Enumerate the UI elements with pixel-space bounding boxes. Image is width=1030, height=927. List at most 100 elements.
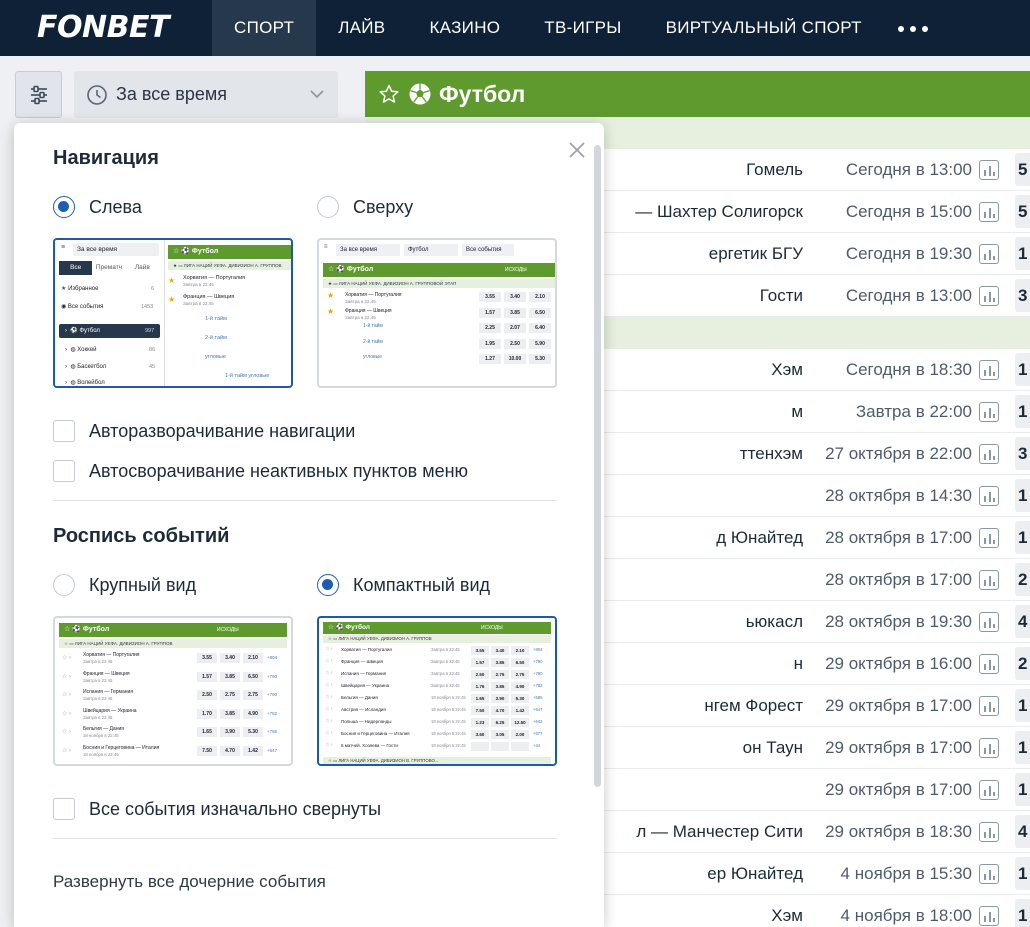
fonbet-logo[interactable]: FONBET bbox=[37, 10, 169, 45]
odd-cell[interactable]: 1 bbox=[1015, 689, 1030, 722]
filter-settings-button[interactable] bbox=[15, 71, 62, 118]
odd-cell[interactable]: 1 bbox=[1015, 521, 1030, 554]
compact-view-radio[interactable] bbox=[317, 574, 339, 596]
preview-odd: 2.10 bbox=[529, 292, 551, 302]
preview-large-teams: Бельгия — Дания bbox=[83, 726, 124, 732]
nav-top-radio[interactable] bbox=[317, 196, 339, 218]
preview-compact-time: 18 ноября в 22:45 bbox=[431, 707, 466, 712]
more-dots-icon[interactable] bbox=[898, 26, 928, 32]
nav-left-label[interactable]: Слева bbox=[89, 197, 142, 218]
event-date: 4 ноября в 18:00 bbox=[840, 906, 972, 925]
expand-children-link[interactable]: Развернуть все дочерние события bbox=[53, 872, 326, 892]
preview-odd: 6.50 bbox=[511, 658, 529, 667]
preview-compact-league: ЛИГА НАЦИЙ УЕФА. ДИВИЗИОН А. ГРУППОВ bbox=[338, 636, 432, 641]
stats-icon[interactable] bbox=[979, 360, 999, 380]
odd-cell[interactable]: 1 bbox=[1015, 395, 1030, 428]
stats-icon[interactable] bbox=[979, 738, 999, 758]
all-collapsed-label[interactable]: Все события изначально свернуты bbox=[89, 799, 381, 820]
preview-compact-title: Футбол bbox=[345, 624, 370, 631]
preview-more: +647 bbox=[533, 707, 543, 712]
preview-odd bbox=[511, 742, 529, 751]
auto-expand-label[interactable]: Авторазворачивание навигации bbox=[89, 421, 355, 442]
large-view-label[interactable]: Крупный вид bbox=[89, 575, 196, 596]
odd-cell[interactable]: 1 bbox=[1015, 857, 1030, 890]
sport-header: Футбол bbox=[365, 71, 1030, 117]
preview-star-icon: ☆ › bbox=[325, 682, 333, 688]
event-teams-text: нгем Форест bbox=[704, 696, 803, 715]
preview-compact-time: 18 ноября в 22:45 bbox=[431, 743, 466, 748]
stats-icon[interactable] bbox=[979, 202, 999, 222]
preview-odd: 2.75 bbox=[491, 670, 509, 679]
stats-icon[interactable] bbox=[979, 780, 999, 800]
compact-view-preview[interactable]: ☆ ⚽ Футбол ИСХОДЫ ☆ ▭ ЛИГА НАЦИЙ УЕФА. ДИ… bbox=[317, 616, 557, 766]
nav-left-preview[interactable]: ≡ За все время Все Прематч Лайв ★ Избран… bbox=[53, 238, 293, 388]
odd-cell[interactable]: 1 bbox=[1015, 237, 1030, 270]
event-teams-text: Гости bbox=[759, 286, 803, 305]
odd-cell[interactable]: 3 bbox=[1015, 437, 1030, 470]
large-view-radio[interactable] bbox=[53, 574, 75, 596]
preview-compact-outcomes: ИСХОДЫ bbox=[481, 625, 503, 631]
nav-left-radio[interactable] bbox=[53, 196, 75, 218]
auto-collapse-checkbox[interactable] bbox=[53, 460, 75, 482]
preview-top-period: За все время bbox=[336, 244, 400, 256]
nav-sport[interactable]: СПОРТ bbox=[212, 0, 317, 56]
close-icon[interactable] bbox=[567, 140, 587, 160]
odd-cell[interactable]: 1 bbox=[1015, 731, 1030, 764]
stats-icon[interactable] bbox=[979, 486, 999, 506]
preview-odd: 6.50 bbox=[243, 671, 263, 682]
preview-odd: 1.65 bbox=[197, 727, 217, 737]
event-teams-text: Хэм bbox=[771, 360, 803, 379]
stats-icon[interactable] bbox=[979, 822, 999, 842]
stats-icon[interactable] bbox=[979, 570, 999, 590]
nav-top-label[interactable]: Сверху bbox=[353, 197, 413, 218]
stats-icon[interactable] bbox=[979, 906, 999, 926]
nav-live[interactable]: ЛАЙВ bbox=[316, 0, 407, 56]
stats-icon[interactable] bbox=[979, 528, 999, 548]
stats-icon[interactable] bbox=[979, 244, 999, 264]
auto-expand-checkbox[interactable] bbox=[53, 420, 75, 442]
stats-icon[interactable] bbox=[979, 286, 999, 306]
odd-cell[interactable]: 1 bbox=[1015, 479, 1030, 512]
odd-cell[interactable]: 4 bbox=[1015, 815, 1030, 848]
sliders-icon bbox=[30, 85, 47, 104]
stats-icon[interactable] bbox=[979, 864, 999, 884]
odd-cell[interactable]: 2 bbox=[1015, 647, 1030, 680]
nav-tv-games[interactable]: ТВ-ИГРЫ bbox=[522, 0, 643, 56]
odd-cell[interactable]: 3 bbox=[1015, 279, 1030, 312]
odd-cell[interactable]: 5 bbox=[1015, 195, 1030, 228]
preview-top-row-label: 2-й тайм bbox=[363, 339, 383, 345]
stats-icon[interactable] bbox=[979, 696, 999, 716]
odd-cell[interactable]: 4 bbox=[1015, 605, 1030, 638]
preview-compact-league-b: ЛИГА НАЦИЙ УЕФА. ДИВИЗИОН В. ГРУППОВО... bbox=[338, 758, 439, 763]
odd-cell[interactable]: 1 bbox=[1015, 773, 1030, 806]
odd-cell[interactable]: 1 bbox=[1015, 899, 1030, 927]
preview-large-league: ЛИГА НАЦИЙ УЕФА. ДИВИЗИОН А. ГРУППОВ bbox=[74, 641, 173, 646]
preview-odd: 12.50 bbox=[511, 718, 529, 727]
preview-odd: 2.50 bbox=[471, 670, 489, 679]
all-collapsed-checkbox[interactable] bbox=[53, 798, 75, 820]
star-icon[interactable] bbox=[378, 83, 400, 105]
nav-top-preview[interactable]: ≡ За все время Футбол Все события ☆ ⚽ Фу… bbox=[317, 238, 557, 388]
stats-icon[interactable] bbox=[979, 444, 999, 464]
preview-odd: 1.57 bbox=[471, 658, 489, 667]
stats-icon[interactable] bbox=[979, 402, 999, 422]
compact-view-label[interactable]: Компактный вид bbox=[353, 575, 490, 596]
event-teams-text: он Таун bbox=[742, 738, 803, 757]
stats-icon[interactable] bbox=[979, 612, 999, 632]
large-view-preview[interactable]: ☆ ⚽ Футбол ИСХОДЫ ☆ ▭ ЛИГА НАЦИЙ УЕФА. ДИ… bbox=[53, 616, 293, 766]
odd-cell[interactable]: 1 bbox=[1015, 353, 1030, 386]
stats-icon[interactable] bbox=[979, 160, 999, 180]
nav-casino[interactable]: КАЗИНО bbox=[407, 0, 522, 56]
odd-cell[interactable]: 5 bbox=[1015, 153, 1030, 186]
preview-odd: 1.23 bbox=[471, 718, 489, 727]
preview-top-title: Футбол bbox=[346, 266, 374, 273]
preview-sport-2-count: 45 bbox=[149, 364, 156, 370]
period-select[interactable]: За все время bbox=[74, 71, 338, 118]
main-nav: СПОРТ ЛАЙВ КАЗИНО ТВ-ИГРЫ ВИРТУАЛЬНЫЙ СП… bbox=[212, 0, 884, 56]
top-navigation-bar: FONBET СПОРТ ЛАЙВ КАЗИНО ТВ-ИГРЫ ВИРТУАЛ… bbox=[0, 0, 1030, 56]
odd-cell[interactable]: 2 bbox=[1015, 563, 1030, 596]
nav-virtual-sport[interactable]: ВИРТУАЛЬНЫЙ СПОРТ bbox=[644, 0, 884, 56]
panel-scrollbar[interactable] bbox=[594, 145, 601, 787]
stats-icon[interactable] bbox=[979, 654, 999, 674]
auto-collapse-label[interactable]: Автосворачивание неактивных пунктов меню bbox=[89, 461, 468, 482]
